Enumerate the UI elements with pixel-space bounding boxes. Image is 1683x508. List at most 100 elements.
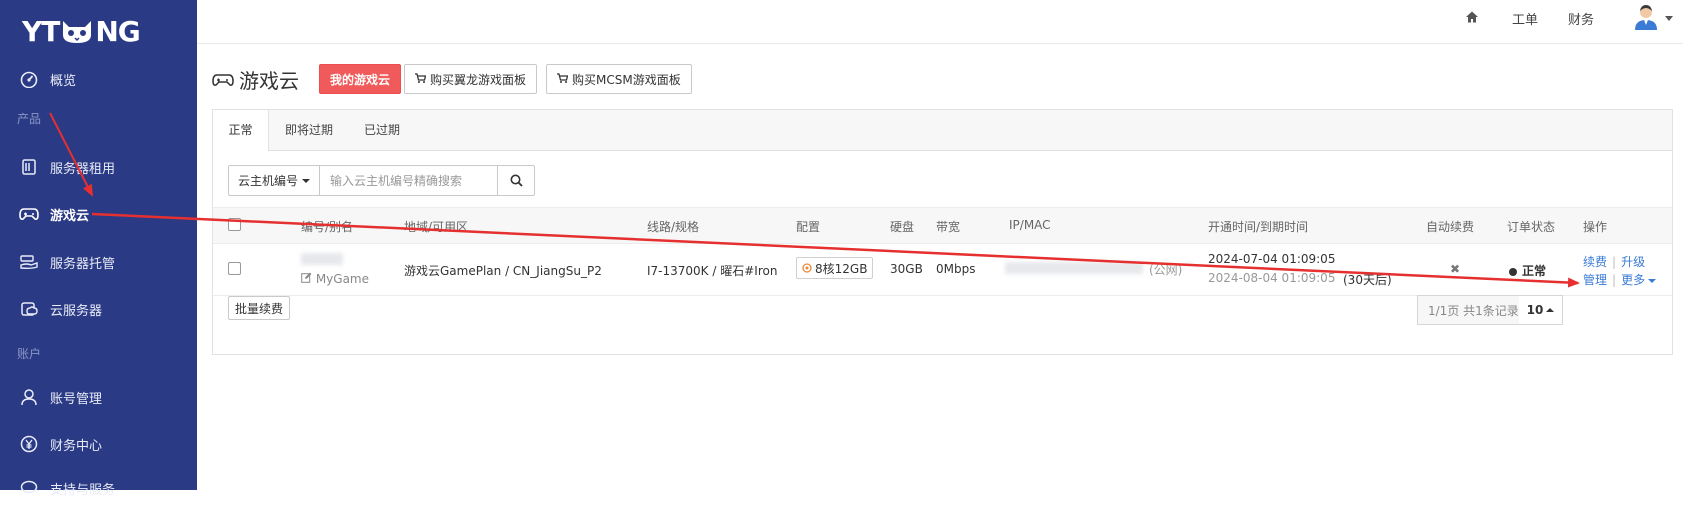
redacted-ip <box>1005 262 1143 274</box>
search-button[interactable] <box>498 165 536 196</box>
gamepad-icon <box>18 203 40 225</box>
sidebar-item-game-cloud[interactable]: 游戏云 <box>0 194 197 234</box>
button-label: 购买MCSM游戏面板 <box>572 72 681 87</box>
sidebar-item-label: 支持与服务 <box>50 482 116 498</box>
expire-time: 2024-08-04 01:09:05 <box>1208 271 1336 285</box>
table-header: 编号/别名 地域/可用区 线路/规格 配置 硬盘 带宽 IP/MAC 开通时间/… <box>213 207 1672 244</box>
logo-text-left: YT <box>22 14 60 48</box>
chevron-down-icon <box>302 178 311 183</box>
tab-normal[interactable]: 正常 <box>213 110 269 151</box>
cart-icon <box>557 72 569 86</box>
sidebar-item-account-management[interactable]: 账号管理 <box>0 377 197 417</box>
sidebar-item-label: 账号管理 <box>50 391 103 407</box>
brand-logo[interactable]: YT NG <box>22 14 141 48</box>
table-row: MyGame 游戏云GamePlan / CN_JiangSu_P2 I7-13… <box>213 243 1672 296</box>
sidebar-item-label: 服务器托管 <box>50 256 116 272</box>
col-time: 开通时间/到期时间 <box>1208 220 1309 234</box>
sidebar-item-server-rental[interactable]: 服务器租用 <box>0 147 197 187</box>
col-disk: 硬盘 <box>890 220 915 234</box>
bandwidth-cell: 0Mbps <box>936 262 976 276</box>
server-icon <box>18 156 40 178</box>
separator: | <box>1612 273 1617 287</box>
renew-link[interactable]: 续费 <box>1583 255 1607 269</box>
top-link-finance[interactable]: 财务 <box>1568 9 1594 28</box>
disk-cell: 30GB <box>890 262 923 276</box>
dashboard-icon <box>18 68 40 90</box>
bulk-renew-button[interactable]: 批量续费 <box>228 296 291 320</box>
buy-mcsm-panel-button[interactable]: 购买MCSM游戏面板 <box>546 64 692 94</box>
search-filter-label: 云主机编号 <box>238 174 299 188</box>
col-ip-mac: IP/MAC <box>1009 218 1051 232</box>
sidebar-item-label: 服务器租用 <box>50 161 116 177</box>
col-auto-renew: 自动续费 <box>1426 220 1475 234</box>
line-spec-cell: I7-13700K / 曜石#Iron <box>647 264 778 278</box>
search-icon <box>510 174 523 187</box>
sidebar-item-overview[interactable]: 概览 <box>0 59 197 99</box>
col-order-status: 订单状态 <box>1507 220 1556 234</box>
region-cell: 游戏云GamePlan / CN_JiangSu_P2 <box>404 264 602 278</box>
cat-logo-icon <box>63 21 92 43</box>
chat-icon <box>18 477 40 499</box>
cloud-icon <box>18 298 40 320</box>
upgrade-link[interactable]: 升级 <box>1621 255 1645 269</box>
search-input[interactable] <box>320 165 499 196</box>
status-dot-icon <box>1509 267 1517 276</box>
alias-edit-link[interactable]: MyGame <box>301 272 369 286</box>
sidebar-section-products: 产品 <box>17 112 42 126</box>
my-game-cloud-button[interactable]: 我的游戏云 <box>319 64 402 94</box>
top-bar <box>197 0 1683 44</box>
gamepad-icon <box>212 73 234 86</box>
col-line-spec: 线路/规格 <box>647 220 700 234</box>
select-all-checkbox[interactable] <box>228 218 241 231</box>
logo-text-right: NG <box>95 14 140 48</box>
more-label: 更多 <box>1621 273 1646 287</box>
sidebar-item-cloud-server[interactable]: 云服务器 <box>0 289 197 329</box>
search-bar: 云主机编号 <box>228 165 536 196</box>
cart-icon <box>415 72 427 86</box>
more-dropdown[interactable]: 更多 <box>1621 273 1657 287</box>
sidebar-section-account: 账户 <box>17 347 42 361</box>
col-config: 配置 <box>796 220 821 234</box>
col-actions: 操作 <box>1583 220 1608 234</box>
cpu-icon <box>802 263 812 273</box>
avatar[interactable] <box>1633 3 1659 31</box>
instances-panel: 正常 即将过期 已过期 云主机编号 编号/别名 地域/可用区 线路/规格 配置 … <box>212 109 1673 355</box>
redacted-id <box>301 253 343 265</box>
status-tabs: 正常 即将过期 已过期 <box>213 110 1672 151</box>
status-badge: 正常 <box>1509 262 1546 279</box>
user-icon <box>18 386 40 408</box>
yen-icon <box>18 433 40 455</box>
manage-link[interactable]: 管理 <box>1583 273 1607 287</box>
top-link-tickets[interactable]: 工单 <box>1512 9 1538 28</box>
sidebar-item-server-hosting[interactable]: 服务器托管 <box>0 242 197 282</box>
button-label: 购买翼龙游戏面板 <box>430 72 527 87</box>
config-text: 8核12GB <box>815 261 868 276</box>
sidebar-item-finance-center[interactable]: 财务中心 <box>0 424 197 464</box>
status-text: 正常 <box>1522 264 1547 278</box>
col-region: 地域/可用区 <box>404 220 469 234</box>
page-size-select[interactable]: 10 <box>1519 295 1563 325</box>
sidebar-item-label: 游戏云 <box>50 208 90 224</box>
page-size-value: 10 <box>1526 303 1544 317</box>
row-checkbox[interactable] <box>228 262 241 275</box>
home-icon[interactable] <box>1465 10 1479 24</box>
pagination-info: 1/1页 共1条记录 <box>1417 295 1530 325</box>
action-row-2: 管理 | 更多 <box>1583 271 1657 288</box>
sidebar-item-label: 云服务器 <box>50 303 103 319</box>
col-bandwidth: 带宽 <box>936 220 961 234</box>
hosting-icon <box>18 251 40 273</box>
tab-expired[interactable]: 已过期 <box>364 110 400 150</box>
sidebar-item-support[interactable]: 支持与服务 <box>0 468 197 508</box>
tab-expiring[interactable]: 即将过期 <box>285 110 333 150</box>
open-time: 2024-07-04 01:09:05 <box>1208 252 1336 266</box>
user-menu-caret-icon[interactable] <box>1665 16 1673 21</box>
sidebar-item-label: 概览 <box>50 73 77 89</box>
alias-text: MyGame <box>315 272 370 286</box>
ip-type-label: (公网) <box>1149 263 1183 277</box>
sidebar-item-label: 财务中心 <box>50 438 103 454</box>
search-filter-dropdown[interactable]: 云主机编号 <box>228 165 321 196</box>
action-row-1: 续费 | 升级 <box>1583 253 1645 270</box>
auto-renew-off-icon[interactable]: ✖ <box>1450 262 1460 276</box>
edit-icon <box>301 272 312 283</box>
buy-yilong-panel-button[interactable]: 购买翼龙游戏面板 <box>404 64 538 94</box>
